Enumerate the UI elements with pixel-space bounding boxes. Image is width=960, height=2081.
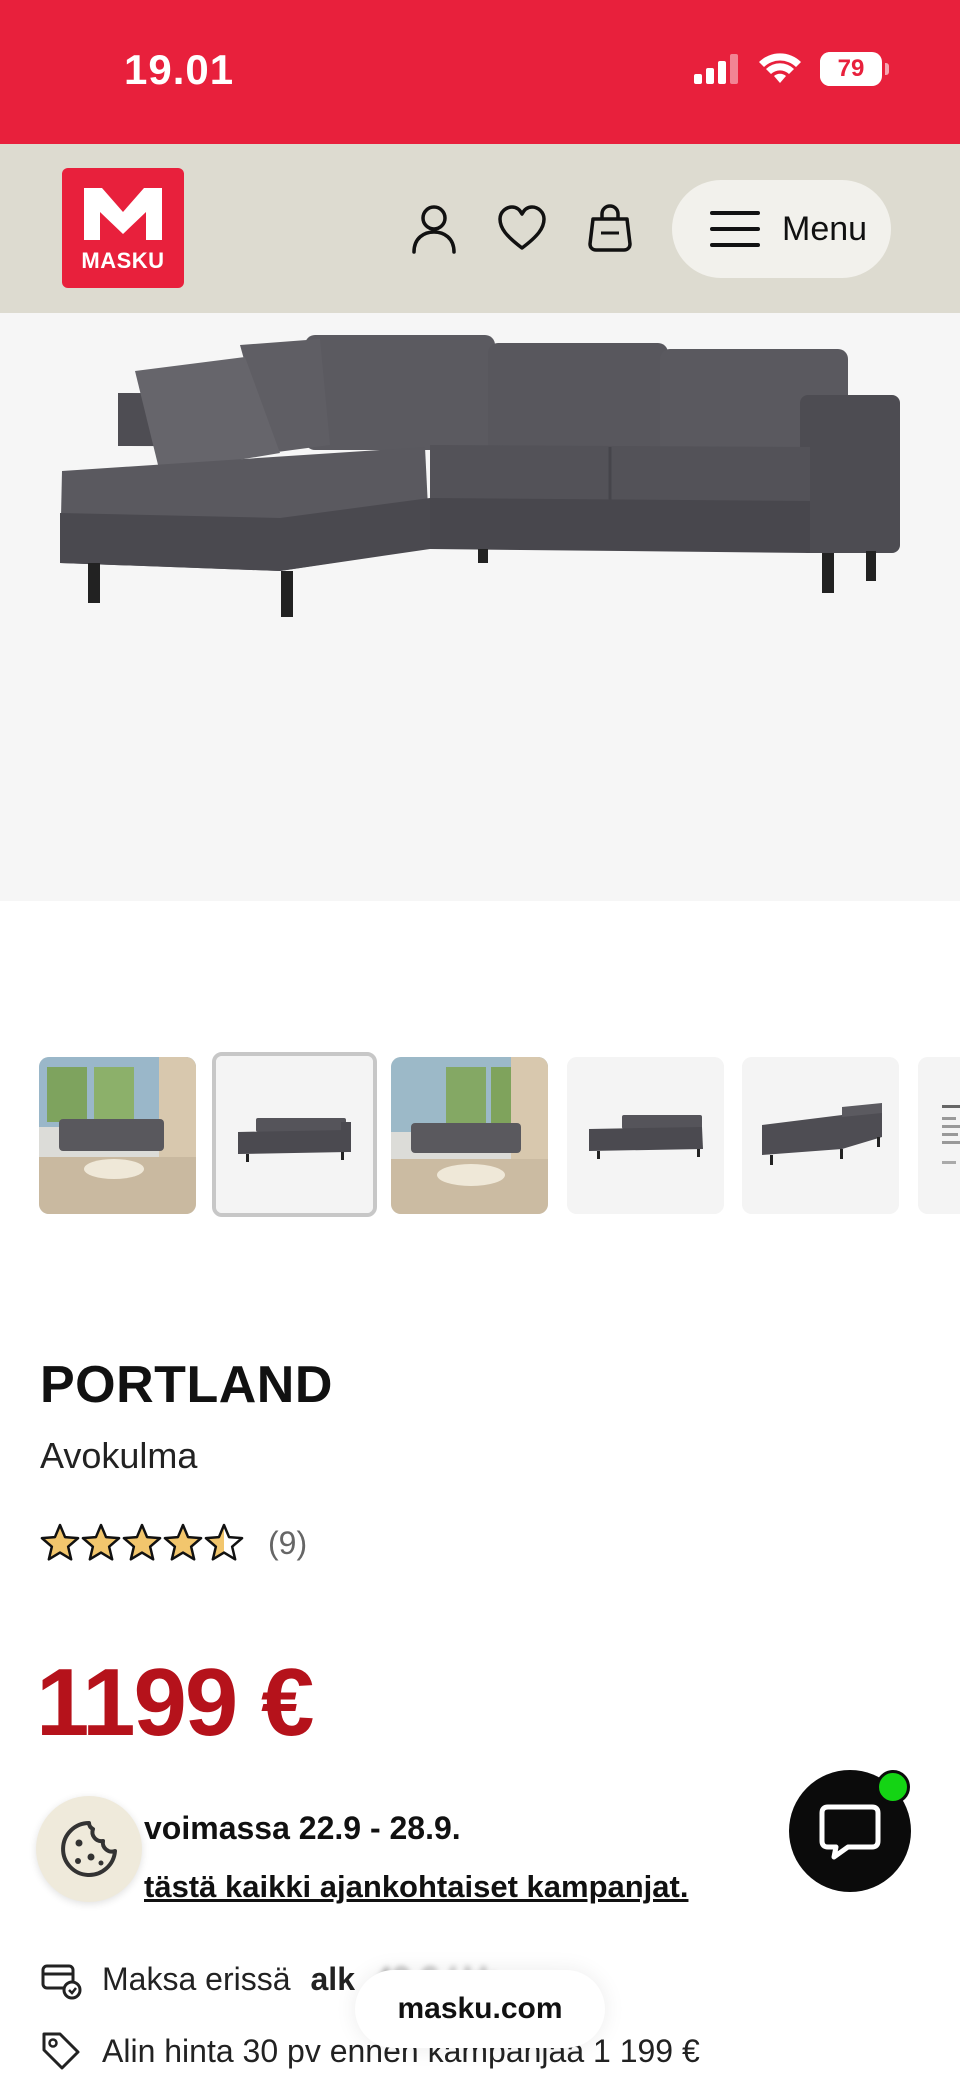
- shopping-bag-icon[interactable]: [584, 202, 636, 254]
- status-bar: 19.01 79: [0, 0, 960, 144]
- masku-logo[interactable]: MASKU: [62, 168, 184, 288]
- thumbnail-4[interactable]: [567, 1057, 724, 1214]
- product-price: 1199 €: [36, 1649, 314, 1756]
- status-icons: 79: [694, 52, 889, 86]
- battery-tip: [885, 63, 889, 75]
- living-room-photo-2: [391, 1057, 548, 1214]
- account-icon[interactable]: [408, 202, 460, 254]
- thumbnail-6[interactable]: [918, 1057, 960, 1214]
- browser-url-bar[interactable]: masku.com: [355, 1970, 605, 2048]
- thumbnail-1[interactable]: [39, 1057, 196, 1214]
- cellular-signal-icon: [694, 54, 738, 84]
- thumbnail-5[interactable]: [742, 1057, 899, 1214]
- sofa-small-photo: [567, 1057, 724, 1214]
- campaign-validity-text: voimassa 22.9 - 28.9.: [144, 1810, 461, 1846]
- sofa-illustration: [60, 335, 900, 617]
- installment-icon: [41, 1964, 82, 2000]
- status-time: 19.01: [124, 46, 235, 93]
- campaign-link[interactable]: tästä kaikki ajankohtaiset kampanjat.: [40, 1869, 688, 1905]
- chat-online-indicator: [876, 1770, 910, 1804]
- thumbnail-2-selected[interactable]: [212, 1052, 377, 1217]
- price-tag-icon: [42, 2032, 80, 2070]
- cookie-settings-button[interactable]: [36, 1796, 142, 1902]
- campaign-link-text: tästä kaikki ajankohtaiset kampanjat.: [144, 1869, 689, 1904]
- wifi-icon: [759, 53, 801, 83]
- product-name: PORTLAND: [40, 1356, 333, 1414]
- battery-icon: 79: [820, 52, 889, 86]
- living-room-photo: [39, 1057, 196, 1214]
- chat-bubble-icon: [819, 1804, 881, 1860]
- hamburger-icon: [710, 211, 760, 247]
- site-header: MASKU Menu: [0, 144, 960, 313]
- installment-value: alk: [310, 1960, 355, 1997]
- product-rating[interactable]: (9): [40, 1523, 307, 1563]
- rating-stars: [40, 1523, 244, 1561]
- installment-label: Maksa erissä: [102, 1960, 291, 1997]
- logo-text: MASKU: [81, 248, 165, 273]
- thumbnail-3[interactable]: [391, 1057, 548, 1214]
- review-count: (9): [268, 1524, 308, 1561]
- battery-percentage: 79: [837, 55, 865, 82]
- info-sheet-photo: [918, 1057, 960, 1214]
- menu-label: Menu: [782, 209, 868, 248]
- cookie-icon: [61, 1821, 117, 1877]
- sofa-front-photo: [216, 1056, 373, 1213]
- heart-icon[interactable]: [496, 202, 548, 254]
- menu-button[interactable]: Menu: [672, 180, 891, 278]
- sofa-back-photo: [742, 1057, 899, 1214]
- product-hero-image[interactable]: [0, 313, 960, 901]
- product-subtitle: Avokulma: [40, 1435, 198, 1476]
